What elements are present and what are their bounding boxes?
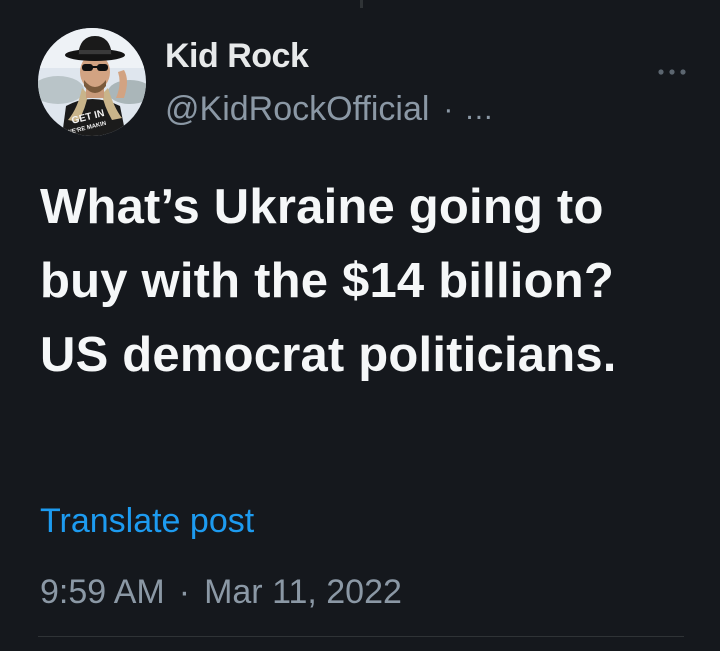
author-name[interactable]: Kid Rock <box>165 37 309 76</box>
inline-ellipsis: ... <box>465 92 494 126</box>
translate-post-link[interactable]: Translate post <box>40 502 254 541</box>
timestamp-time[interactable]: 9:59 AM <box>40 573 165 612</box>
meta-separator: · <box>443 92 454 126</box>
more-options-button[interactable] <box>648 56 696 88</box>
tweet-text: What’s Ukraine going to buy with the $14… <box>40 180 617 382</box>
tweet-timestamp: 9:59 AM · Mar 11, 2022 <box>40 573 402 612</box>
divider <box>38 636 684 637</box>
thread-connector-line <box>360 0 363 8</box>
author-handle[interactable]: @KidRockOfficial <box>165 90 429 129</box>
timestamp-separator: · <box>178 573 191 611</box>
timestamp-date[interactable]: Mar 11, 2022 <box>204 573 402 612</box>
avatar[interactable]: GET IN WE'RE MAKIN <box>38 28 146 136</box>
more-horizontal-icon <box>658 69 686 75</box>
avatar-photo: GET IN WE'RE MAKIN <box>38 28 146 136</box>
tweet-detail-view: GET IN WE'RE MAKIN Kid Rock @KidRockOffi… <box>0 0 720 651</box>
author-meta-row: @KidRockOfficial · ... <box>165 90 493 129</box>
